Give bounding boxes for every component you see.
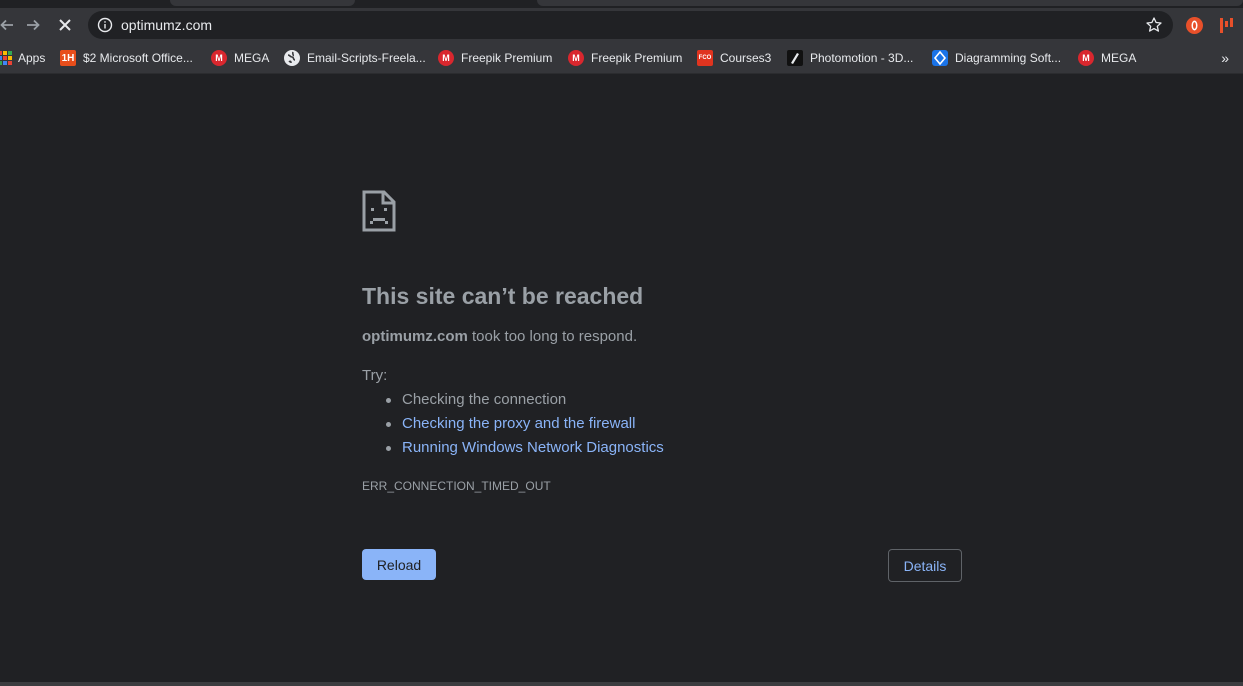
bookmark-item[interactable]: 1H $2 Microsoft Office...	[60, 49, 193, 67]
error-title: This site can’t be reached	[362, 283, 644, 309]
back-button[interactable]	[0, 12, 20, 38]
address-bar[interactable]: optimumz.com	[88, 11, 1173, 39]
1h-icon: 1H	[60, 50, 76, 66]
fco-icon: FCO	[697, 50, 713, 66]
bookmark-item[interactable]: M Freepik Premium	[438, 49, 552, 67]
close-icon	[59, 19, 71, 31]
tab[interactable]	[170, 0, 355, 6]
arrow-left-icon	[0, 19, 13, 31]
stop-button[interactable]	[52, 12, 78, 38]
reload-button[interactable]: Reload	[362, 549, 436, 580]
bookmark-item[interactable]: FCO Courses3	[697, 49, 771, 67]
arrow-right-icon	[27, 19, 40, 31]
details-button[interactable]: Details	[888, 549, 962, 582]
mega-icon: M	[438, 50, 454, 66]
extension-icon[interactable]	[1219, 17, 1235, 34]
bookmark-item[interactable]: Email-Scripts-Freela...	[284, 49, 426, 67]
bookmark-label: Email-Scripts-Freela...	[307, 51, 426, 65]
bookmark-label: Courses3	[720, 51, 772, 65]
diagramming-icon	[932, 50, 948, 66]
browser-toolbar: optimumz.com	[0, 8, 1243, 42]
url-text[interactable]: optimumz.com	[121, 17, 212, 33]
forward-button[interactable]	[20, 12, 46, 38]
star-icon[interactable]	[1145, 16, 1163, 34]
try-label: Try:	[362, 367, 388, 384]
bookmark-label: MEGA	[1101, 51, 1137, 65]
bookmark-label: MEGA	[234, 51, 270, 65]
globe-icon	[284, 50, 300, 66]
bookmark-label: Apps	[18, 51, 46, 65]
tab-strip	[0, 0, 1243, 8]
bookmarks-bar: Apps 1H $2 Microsoft Office... M MEGA Em…	[0, 42, 1243, 74]
info-icon[interactable]	[97, 17, 113, 33]
mega-icon: M	[568, 50, 584, 66]
bookmark-label: Freepik Premium	[461, 51, 553, 65]
sad-page-icon	[362, 190, 396, 232]
error-page: This site can’t be reached optimumz.com …	[0, 75, 1243, 682]
bookmark-item[interactable]: M MEGA	[1078, 49, 1136, 67]
mega-icon: M	[1078, 50, 1094, 66]
bookmark-item[interactable]: M MEGA	[211, 49, 269, 67]
bookmark-label: Freepik Premium	[591, 51, 683, 65]
suggestion-check-connection: Checking the connection	[386, 388, 664, 412]
error-message: took too long to respond.	[467, 328, 638, 345]
suggestion-network-diagnostics-link[interactable]: Running Windows Network Diagnostics	[386, 436, 664, 460]
bookmark-label: $2 Microsoft Office...	[83, 51, 193, 65]
bottom-edge	[0, 682, 1243, 686]
error-host: optimumz.com	[362, 328, 468, 345]
suggestions-list: Checking the connection Checking the pro…	[386, 388, 664, 460]
bookmark-item[interactable]: Diagramming Soft...	[932, 49, 1061, 67]
bookmark-item[interactable]: M Freepik Premium	[568, 49, 682, 67]
bookmark-label: Photomotion - 3D...	[810, 51, 914, 65]
tab[interactable]	[537, 0, 1243, 6]
bookmark-item[interactable]: Photomotion - 3D...	[787, 49, 913, 67]
opera-extension-icon[interactable]	[1186, 17, 1203, 34]
photomotion-icon	[787, 50, 803, 66]
error-code: ERR_CONNECTION_TIMED_OUT	[362, 479, 551, 493]
error-description: optimumz.com took too long to respond.	[362, 328, 637, 346]
bookmark-label: Diagramming Soft...	[955, 51, 1062, 65]
suggestion-proxy-firewall-link[interactable]: Checking the proxy and the firewall	[386, 412, 664, 436]
mega-icon: M	[211, 50, 227, 66]
bookmark-apps[interactable]: Apps	[0, 49, 45, 67]
apps-grid-icon	[0, 51, 12, 65]
bookmarks-overflow-button[interactable]: »	[1221, 50, 1229, 66]
